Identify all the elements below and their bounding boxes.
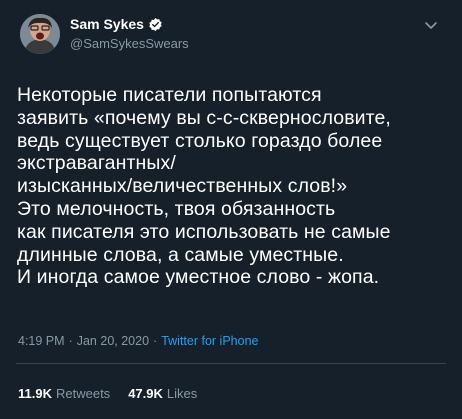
divider (16, 363, 446, 364)
retweets-stat[interactable]: 11.9K Retweets (18, 386, 110, 401)
verified-badge-icon (148, 17, 163, 32)
tweet-time[interactable]: 4:19 PM (18, 334, 65, 348)
likes-label: Likes (166, 386, 198, 401)
retweets-count: 11.9K (18, 386, 52, 401)
tweet-meta: 4:19 PM · Jan 20, 2020 · Twitter for iPh… (18, 334, 258, 348)
likes-count: 47.9K (128, 386, 163, 401)
retweets-label: Retweets (55, 386, 111, 401)
author-block: Sam Sykes @SamSykesSwears (70, 15, 189, 51)
tweet-date[interactable]: Jan 20, 2020 (77, 334, 149, 348)
meta-separator: · (68, 334, 73, 348)
name-row: Sam Sykes (70, 15, 189, 33)
likes-stat[interactable]: 47.9K Likes (128, 386, 197, 401)
tweet-stats: 11.9K Retweets 47.9K Likes (18, 386, 215, 401)
avatar[interactable] (20, 14, 60, 54)
chevron-down-icon[interactable] (424, 18, 438, 29)
tweet-card: Sam Sykes @SamSykesSwears Некоторые писа… (0, 0, 462, 419)
avatar-image (20, 14, 60, 54)
tweet-source-link[interactable]: Twitter for iPhone (161, 334, 258, 348)
author-display-name[interactable]: Sam Sykes (70, 16, 144, 32)
tweet-text: Некоторые писатели попытаются заявить «п… (17, 84, 391, 289)
author-handle[interactable]: @SamSykesSwears (70, 36, 189, 51)
meta-separator: · (153, 334, 158, 348)
